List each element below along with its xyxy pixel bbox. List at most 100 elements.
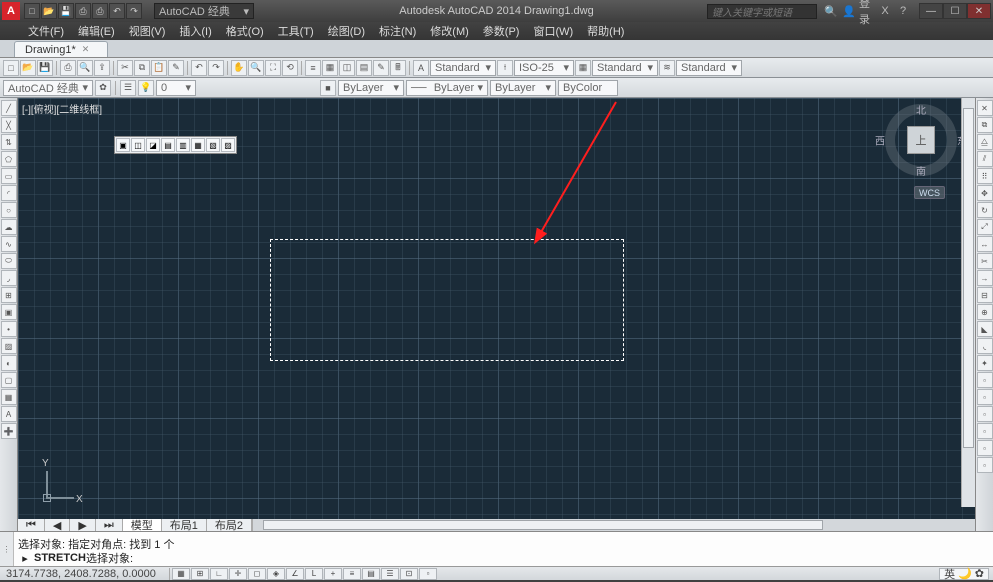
tb-props-icon[interactable]: ≡ [305,60,321,76]
tb-dimstyle-icon[interactable]: ⟊ [497,60,513,76]
color-dropdown[interactable]: ByLayer▾ [338,80,404,96]
arc-icon[interactable]: ◜ [1,185,17,201]
explode-icon[interactable]: ✦ [977,355,993,371]
tool4-icon[interactable]: ▫ [977,423,993,439]
layout-tab-1[interactable]: 布局1 [162,519,207,531]
erase-icon[interactable]: ✕ [977,100,993,116]
vertical-scrollbar[interactable] [961,98,975,507]
vp-icon[interactable]: ▥ [176,138,190,152]
move-icon[interactable]: ✥ [977,185,993,201]
mtext-icon[interactable]: A [1,406,17,422]
help-search-input[interactable]: 键入关键字或短语 [707,4,817,19]
qat-save-icon[interactable]: 💾 [58,3,74,19]
close-button[interactable]: ✕ [967,3,991,19]
rotate-icon[interactable]: ↻ [977,202,993,218]
revcloud-icon[interactable]: ☁ [1,219,17,235]
viewcube-top-face[interactable]: 上 [907,126,935,154]
floating-view-toolbar[interactable]: ▣ ◫ ◪ ▤ ▥ ▦ ▧ ▨ [114,136,237,154]
signin-icon[interactable]: 👤 [841,3,857,19]
ellipse-icon[interactable]: ⬭ [1,253,17,269]
vp-icon[interactable]: ▣ [116,138,130,152]
addsel-icon[interactable]: ➕ [1,423,17,439]
help-icon[interactable]: ? [895,3,911,19]
point-icon[interactable]: • [1,321,17,337]
menu-parametric[interactable]: 参数(P) [477,22,526,40]
qat-redo-icon[interactable]: ↷ [126,3,142,19]
ellipsearc-icon[interactable]: ◞ [1,270,17,286]
osnap-toggle[interactable]: ◻ [248,568,266,580]
xline-icon[interactable]: ╳ [1,117,17,133]
linetype-dropdown[interactable]: ──ByLayer▾ [406,80,488,96]
qat-undo-icon[interactable]: ↶ [109,3,125,19]
tb-ssm-icon[interactable]: ▤ [356,60,372,76]
grid-toggle[interactable]: ⊞ [191,568,209,580]
dim-style-dropdown[interactable]: ISO-25▾ [514,60,574,76]
menu-draw[interactable]: 绘图(D) [322,22,371,40]
tb-publish-icon[interactable]: ⇪ [94,60,110,76]
tb-zoom-icon[interactable]: 🔍 [248,60,264,76]
maximize-button[interactable]: ☐ [943,3,967,19]
snap-toggle[interactable]: ▦ [172,568,190,580]
layer-on-icon[interactable]: 💡 [138,80,154,96]
pline-icon[interactable]: ⇅ [1,134,17,150]
mirror-icon[interactable]: ⧋ [977,134,993,150]
am-toggle[interactable]: ▫ [419,568,437,580]
polar-toggle[interactable]: ✛ [229,568,247,580]
tb-redo-icon[interactable]: ↷ [208,60,224,76]
color-swatch-icon[interactable]: ■ [320,80,336,96]
tb-pan-icon[interactable]: ✋ [231,60,247,76]
scale-icon[interactable]: ⤢ [977,219,993,235]
spline-icon[interactable]: ∿ [1,236,17,252]
tb-preview-icon[interactable]: 🔍 [77,60,93,76]
lwt-toggle[interactable]: ≡ [343,568,361,580]
menu-window[interactable]: 窗口(W) [527,22,579,40]
extend-icon[interactable]: → [977,270,993,286]
qat-plot-icon[interactable]: ⎙ [92,3,108,19]
menu-format[interactable]: 格式(O) [220,22,270,40]
app-logo[interactable]: A [2,2,20,20]
tb-match-icon[interactable]: ✎ [168,60,184,76]
tb-tablestyle-icon[interactable]: ▦ [575,60,591,76]
gradient-icon[interactable]: ◐ [1,355,17,371]
menu-help[interactable]: 帮助(H) [581,22,630,40]
tb-save-icon[interactable]: 💾 [37,60,53,76]
3dosnap-toggle[interactable]: ◈ [267,568,285,580]
vp-icon[interactable]: ◪ [146,138,160,152]
layer-props-icon[interactable]: ☰ [120,80,136,96]
view-cube[interactable]: 上 北 南 东 西 [885,104,957,176]
join-icon[interactable]: ⊕ [977,304,993,320]
qat-new-icon[interactable]: □ [24,3,40,19]
menu-insert[interactable]: 插入(I) [173,22,217,40]
offset-icon[interactable]: ⫽ [977,151,993,167]
workspace-dd2[interactable]: AutoCAD 经典▾ [3,80,93,96]
layout-nav-last[interactable]: ⏭ [96,519,123,531]
break-icon[interactable]: ⊟ [977,287,993,303]
tb-zoomprev-icon[interactable]: ⟲ [282,60,298,76]
gear-icon[interactable]: ✿ [95,80,111,96]
stretch-icon[interactable]: ↔ [977,236,993,252]
layout-nav-prev[interactable]: ◀ [45,519,70,531]
otrack-toggle[interactable]: ∠ [286,568,304,580]
command-handle-icon[interactable]: ⋮ [0,532,14,566]
viewport-label[interactable]: [-][俯视][二维线框] [22,101,102,116]
vp-icon[interactable]: ◫ [131,138,145,152]
dyn-toggle[interactable]: + [324,568,342,580]
trim-icon[interactable]: ✂ [977,253,993,269]
horizontal-scrollbar[interactable] [252,519,975,531]
layer-dropdown[interactable]: 0▾ [156,80,196,96]
search-icon[interactable]: 🔍 [823,3,839,19]
rectangle-icon[interactable]: ▭ [1,168,17,184]
vp-icon[interactable]: ▨ [221,138,235,152]
ortho-toggle[interactable]: ∟ [210,568,228,580]
lineweight-dropdown[interactable]: ByLayer▾ [490,80,556,96]
tool5-icon[interactable]: ▫ [977,440,993,456]
menu-tools[interactable]: 工具(T) [272,22,320,40]
tb-zoomwin-icon[interactable]: ⛶ [265,60,281,76]
wcs-badge[interactable]: WCS [914,186,945,199]
tb-qc-icon[interactable]: 🖩 [390,60,406,76]
close-icon[interactable]: ✕ [82,44,90,55]
command-history[interactable]: 选择对象: 指定对角点: 找到 1 个 ▸ STRETCH 选择对象: [14,532,993,566]
file-tab[interactable]: Drawing1* ✕ [14,41,108,57]
drawing-canvas[interactable]: /*generated below by loop*/ [-][俯视][二维线框… [18,98,975,519]
block-icon[interactable]: ▣ [1,304,17,320]
